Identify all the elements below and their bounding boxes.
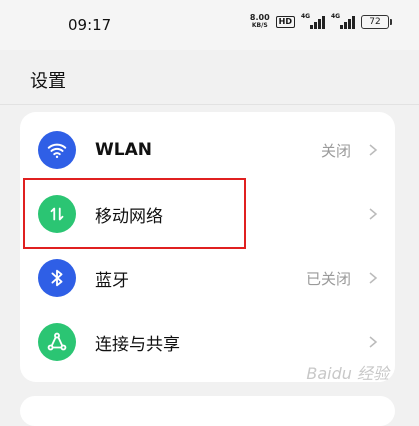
- settings-item-label: 蓝牙: [95, 270, 129, 291]
- wifi-icon: [38, 131, 76, 169]
- signal-tag-2: 4G: [331, 12, 341, 20]
- hd-badge: HD: [275, 15, 295, 28]
- clock: 09:17: [68, 16, 112, 34]
- settings-item-wlan[interactable]: WLAN 关闭: [20, 118, 395, 182]
- settings-item-label: WLAN: [95, 140, 152, 160]
- watermark: Baidu 经验: [306, 364, 389, 383]
- chevron-right-icon: [369, 272, 378, 284]
- divider: [0, 104, 419, 105]
- signal-tag: 4G: [301, 12, 311, 20]
- chevron-right-icon: [369, 208, 378, 220]
- page-title: 设置: [30, 71, 66, 92]
- settings-item-bluetooth[interactable]: 蓝牙 已关闭: [20, 246, 395, 310]
- network-speed-value: 8.00: [249, 13, 270, 22]
- network-speed: 8.00 KB/S: [249, 13, 270, 30]
- chevron-right-icon: [369, 336, 378, 348]
- settings-card-next: [20, 396, 395, 426]
- highlight-box: [23, 178, 246, 249]
- network-speed-unit: KB/S: [251, 22, 268, 29]
- signal-icon-2: 4G: [331, 12, 355, 29]
- bluetooth-icon: [38, 259, 76, 297]
- chevron-right-icon: [369, 144, 378, 156]
- share-icon: [38, 323, 76, 361]
- settings-item-value: 关闭: [320, 141, 351, 160]
- status-icons: 8.00 KB/S HD 4G 4G 72: [249, 12, 392, 30]
- battery-icon: 72: [361, 14, 392, 29]
- signal-icon: 4G: [301, 12, 325, 29]
- status-bar: 09:17 8.00 KB/S HD 4G 4G 72: [0, 0, 419, 50]
- settings-item-label: 连接与共享: [95, 334, 180, 355]
- settings-item-value: 已关闭: [305, 269, 351, 288]
